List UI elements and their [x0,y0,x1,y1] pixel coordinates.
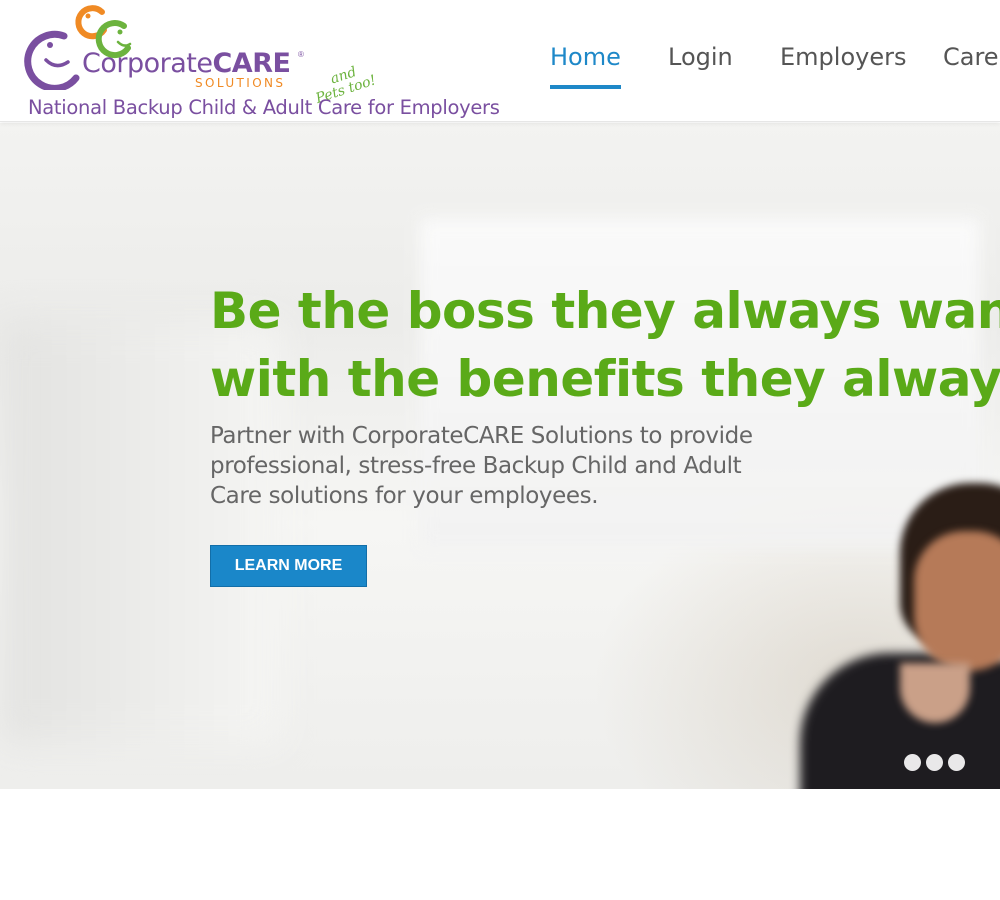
logo-word-care: CARE [212,48,291,79]
slider-dot-3[interactable] [948,754,965,771]
nav-item-login[interactable]: Login [668,43,733,89]
active-indicator [550,85,621,89]
nav-item-home[interactable]: Home [550,43,621,89]
nav-item-label: Home [550,43,621,71]
main-nav: Home Login Employers Care P [550,0,1000,122]
logo-solutions: SOLUTIONS [195,76,286,90]
nav-item-label: Employers [780,43,907,71]
nav-item-label: Login [668,43,733,71]
hero-person-face [914,531,1000,671]
hero-headline: Be the boss they always wanted. with the… [210,277,1000,413]
hero-headline-line2: with the benefits they always ne [210,350,1000,408]
slider-dots [904,754,970,771]
logo-word-corporate: Corporate [82,48,213,79]
corporatecare-logo[interactable]: CorporateCARE ® SOLUTIONS and Pets too! … [24,0,500,122]
hero-headline-line1: Be the boss they always wanted. [210,282,1000,340]
hero-subtext: Partner with CorporateCARE Solutions to … [210,423,753,509]
hero-slider: Be the boss they always wanted. with the… [0,123,1000,789]
site-header: CorporateCARE ® SOLUTIONS and Pets too! … [0,0,1000,122]
nav-item-label: Care P [943,43,1000,71]
logo-wordmark: CorporateCARE [82,48,291,79]
nav-item-employers[interactable]: Employers [780,43,906,89]
slider-dot-1[interactable] [904,754,921,771]
logo-tagline: National Backup Child & Adult Care for E… [28,96,500,119]
logo-registered-mark: ® [298,50,304,59]
learn-more-button[interactable]: LEARN MORE [210,545,367,587]
slider-dot-2[interactable] [926,754,943,771]
nav-item-care-providers[interactable]: Care P [943,43,1000,89]
